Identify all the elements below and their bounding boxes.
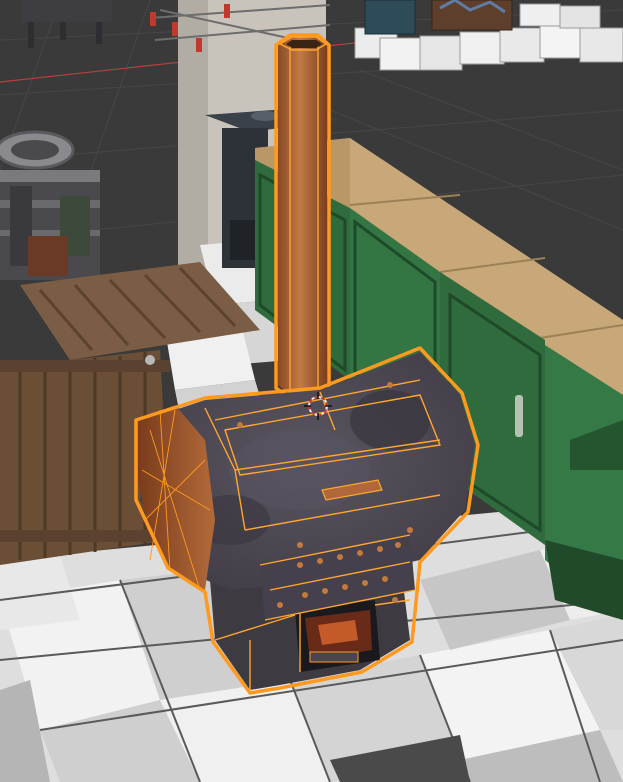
scene-render[interactable] — [0, 0, 623, 782]
cabinet-handle[interactable] — [515, 395, 523, 437]
3d-viewport[interactable] — [0, 0, 623, 782]
white-boxes[interactable] — [354, 0, 623, 71]
chimney[interactable] — [274, 33, 331, 400]
